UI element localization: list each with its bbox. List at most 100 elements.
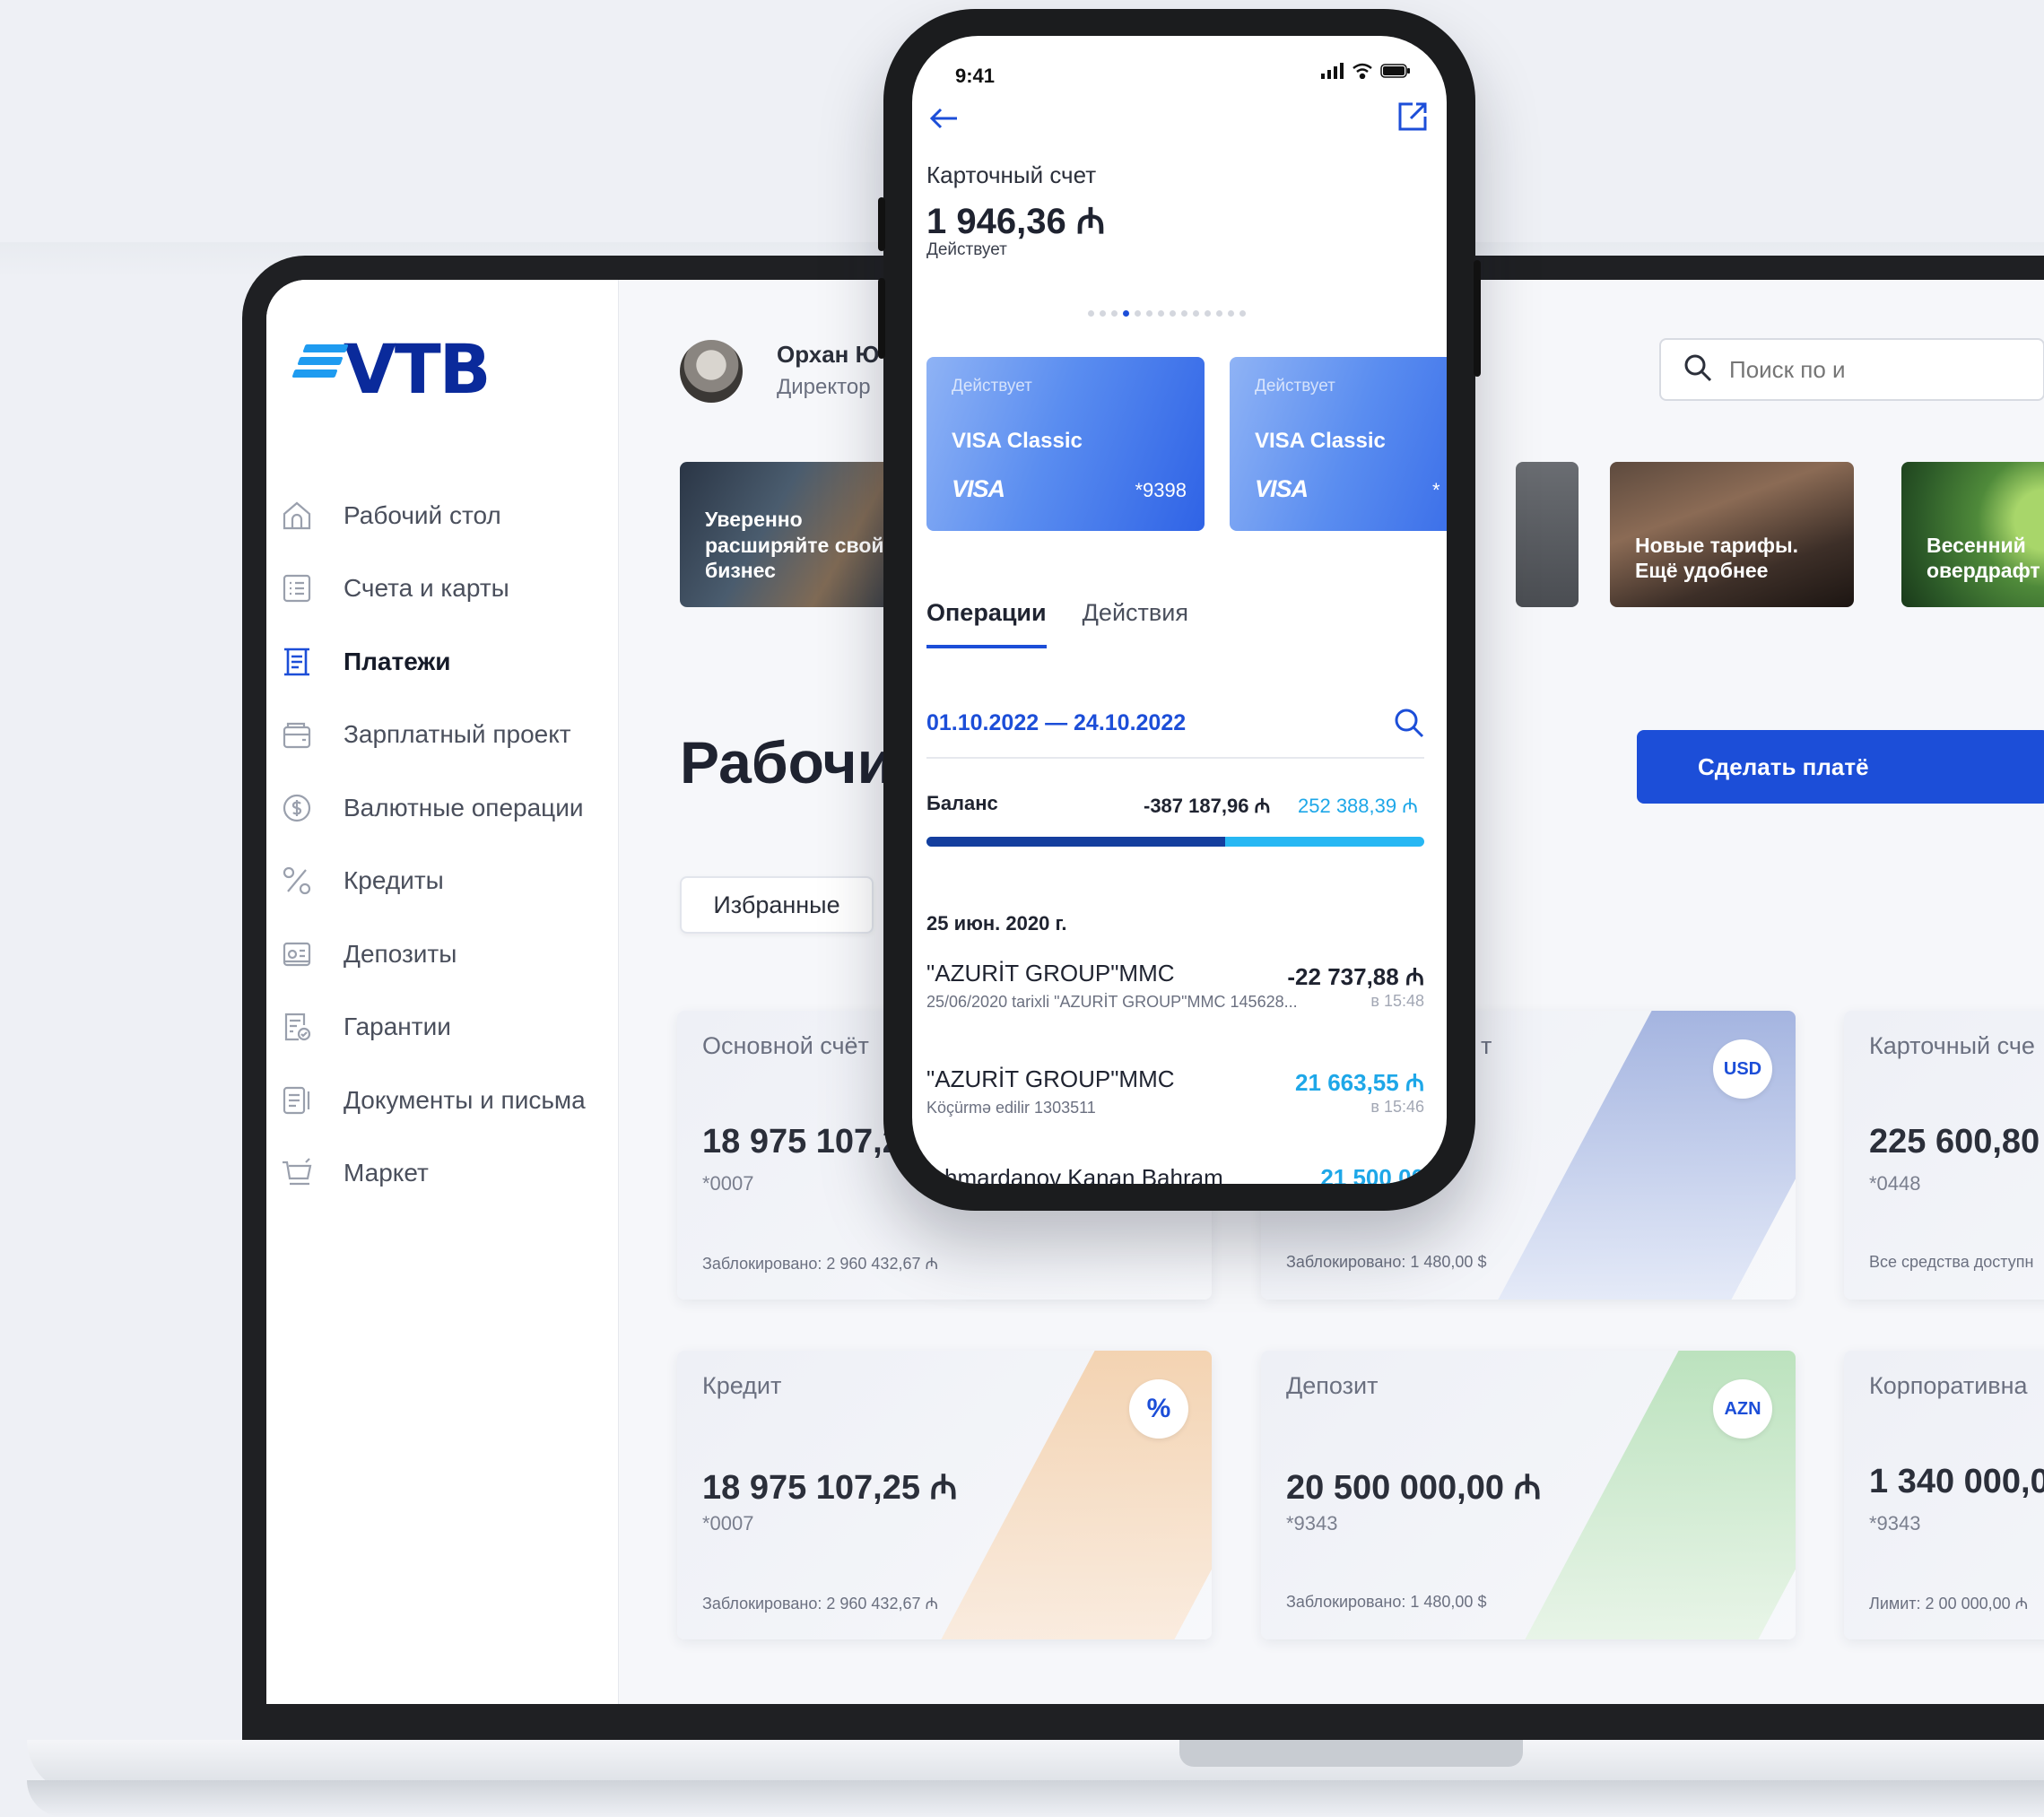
wifi-icon: [1353, 63, 1372, 79]
page-title: Рабочи: [680, 729, 894, 795]
promo-banner-hidden[interactable]: [1516, 462, 1579, 607]
phone-frame: 9:41 Карточный счет 1 946,36 ₼ Действует…: [878, 9, 1481, 1211]
card-footer: Заблокировано: 1 480,00 $: [1286, 1593, 1487, 1611]
sidebar-item-label: Счета и карты: [344, 574, 509, 603]
account-card-deposit[interactable]: Депозит AZN 20 500 000,00 ₼ *9343 Заблок…: [1261, 1351, 1796, 1639]
phone-side-button: [1474, 260, 1481, 377]
currency-icon: [279, 790, 315, 826]
back-arrow-icon[interactable]: [926, 100, 962, 136]
card-amount: 1 340 000,0: [1869, 1463, 2044, 1500]
wallet-icon: [279, 717, 315, 752]
sidebar-item-label: Документы и письма: [344, 1085, 586, 1114]
promo-banner-overdraft[interactable]: Весенний овердрафт: [1901, 462, 2044, 607]
transaction-row[interactable]: hmardanov Kanan Bahram 21 500,00: [926, 1164, 1424, 1184]
home-icon: [279, 498, 315, 534]
card-account-number: *9343: [1869, 1512, 1921, 1534]
tab-actions[interactable]: Действия: [1083, 599, 1188, 648]
card-title: Кредит: [702, 1372, 782, 1399]
bank-card[interactable]: Действует VISA Classic VISA *9398: [926, 357, 1205, 531]
card-status: Действует: [952, 377, 1032, 396]
card-name: VISA Classic: [1255, 429, 1386, 453]
visa-logo: VISA: [952, 475, 1005, 502]
sidebar-item-currency[interactable]: Валютные операции: [279, 771, 586, 845]
status-time: 9:41: [955, 65, 996, 87]
search-icon[interactable]: [1391, 705, 1427, 741]
card-amount: 225 600,80: [1869, 1123, 2040, 1161]
deposit-icon: [279, 936, 315, 972]
documents-icon: [279, 1082, 315, 1118]
date-range[interactable]: 01.10.2022 — 24.10.2022: [926, 710, 1186, 736]
tab-operations[interactable]: Операции: [926, 599, 1047, 648]
card-footer: Все средства доступн: [1869, 1253, 2034, 1271]
account-status: Действует: [926, 240, 1007, 259]
search-icon: [1683, 352, 1713, 387]
card-title: Депозит: [1286, 1372, 1379, 1399]
avatar[interactable]: [680, 340, 743, 403]
card-number: *9398: [1135, 479, 1187, 501]
sidebar-item-deposits[interactable]: Депозиты: [279, 917, 586, 991]
account-label: Карточный счет: [926, 161, 1097, 188]
balance-label: Баланс: [926, 792, 998, 814]
transaction-row[interactable]: "AZURİT GROUP"MMC Köçürmə edilir 1303511…: [926, 1065, 1424, 1117]
promo-banner-business[interactable]: Уверенно расширяйте свой бизнес: [680, 462, 904, 607]
currency-badge: AZN: [1713, 1379, 1772, 1439]
carousel-dots[interactable]: [1088, 310, 1246, 317]
account-card-credit[interactable]: Кредит % 18 975 107,25 ₼ *0007 Заблокиро…: [677, 1351, 1212, 1639]
search-input[interactable]: [1729, 355, 1998, 384]
sidebar-item-label: Зарплатный проект: [344, 720, 571, 749]
sidebar-item-documents[interactable]: Документы и письма: [279, 1064, 586, 1137]
transaction-amount: -22 737,88 ₼: [1287, 963, 1424, 990]
phone-side-button: [878, 197, 885, 251]
sidebar-item-label: Кредиты: [344, 866, 444, 895]
vtb-logo[interactable]: VTB: [291, 335, 491, 404]
currency-badge: USD: [1713, 1039, 1772, 1099]
user-name: Орхан Ю: [777, 341, 880, 368]
card-footer: Заблокировано: 2 960 432,67 ₼: [702, 1595, 939, 1613]
balance-progress-bar: [926, 837, 1424, 847]
visa-logo: VISA: [1255, 475, 1309, 502]
battery-icon: [1380, 64, 1410, 78]
mobile-app: 9:41 Карточный счет 1 946,36 ₼ Действует…: [912, 36, 1447, 1184]
share-icon[interactable]: [1395, 99, 1431, 135]
transactions-date-header: 25 июн. 2020 г.: [926, 912, 1067, 935]
card-account-number: *0007: [702, 1512, 754, 1534]
sidebar-item-salary[interactable]: Зарплатный проект: [279, 699, 586, 772]
account-card-corporate[interactable]: Корпоративна 1 340 000,0 *9343 Лимит: 2 …: [1844, 1351, 2044, 1639]
sidebar-item-payments[interactable]: Платежи: [279, 625, 586, 699]
card-title: Основной счёт: [702, 1032, 869, 1059]
receipt-icon: [279, 644, 315, 680]
card-amount: 18 975 107,2: [702, 1123, 901, 1161]
balance-incoming: 252 388,39 ₼: [1298, 795, 1419, 817]
card-account-number: *0007: [702, 1172, 754, 1195]
transaction-time: в 15:48: [1370, 992, 1424, 1010]
card-footer: Заблокировано: 1 480,00 $: [1286, 1253, 1487, 1271]
card-account-number: *9343: [1286, 1512, 1338, 1534]
transaction-amount: 21 663,55 ₼: [1295, 1069, 1424, 1096]
logo-bars-icon: [291, 344, 349, 380]
account-card-cardaccount[interactable]: Карточный сче 225 600,80 *0448 Все средс…: [1844, 1011, 2044, 1300]
sidebar-item-market[interactable]: Маркет: [279, 1137, 586, 1211]
sidebar-item-guarantees[interactable]: Гарантии: [279, 991, 586, 1065]
search-box[interactable]: [1659, 338, 2044, 401]
bank-card[interactable]: Действует VISA Classic VISA *: [1230, 357, 1447, 531]
user-role: Директор: [777, 375, 871, 399]
laptop-base-lip: [27, 1780, 2044, 1817]
transaction-row[interactable]: "AZURİT GROUP"MMC 25/06/2020 tarixli "AZ…: [926, 960, 1424, 1012]
promo-banner-tariffs[interactable]: Новые тарифы. Ещё удобнее: [1610, 462, 1854, 607]
card-status: Действует: [1255, 377, 1335, 396]
favorites-filter-chip[interactable]: Избранные: [680, 876, 874, 934]
transaction-description: Köçürmə edilir 1303511: [926, 1099, 1096, 1117]
sidebar-item-desktop[interactable]: Рабочий стол: [279, 479, 586, 552]
promo-text: Весенний овердрафт: [1927, 533, 2040, 583]
status-icons: [1321, 63, 1411, 79]
sidebar-item-accounts[interactable]: Счета и карты: [279, 552, 586, 626]
transaction-description: 25/06/2020 tarixli "AZURİT GROUP"MMC 145…: [926, 993, 1298, 1011]
sidebar-item-credits[interactable]: Кредиты: [279, 845, 586, 918]
card-number: *: [1432, 479, 1440, 501]
sidebar-item-label: Валютные операции: [344, 793, 584, 822]
card-amount: 20 500 000,00 ₼: [1286, 1469, 1542, 1507]
card-title: т: [1481, 1032, 1492, 1059]
transaction-amount: 21 500,00: [1320, 1164, 1424, 1184]
make-payment-button[interactable]: Сделать платё: [1637, 730, 2044, 804]
card-footer: Лимит: 2 00 000,00 ₼: [1869, 1595, 2029, 1613]
